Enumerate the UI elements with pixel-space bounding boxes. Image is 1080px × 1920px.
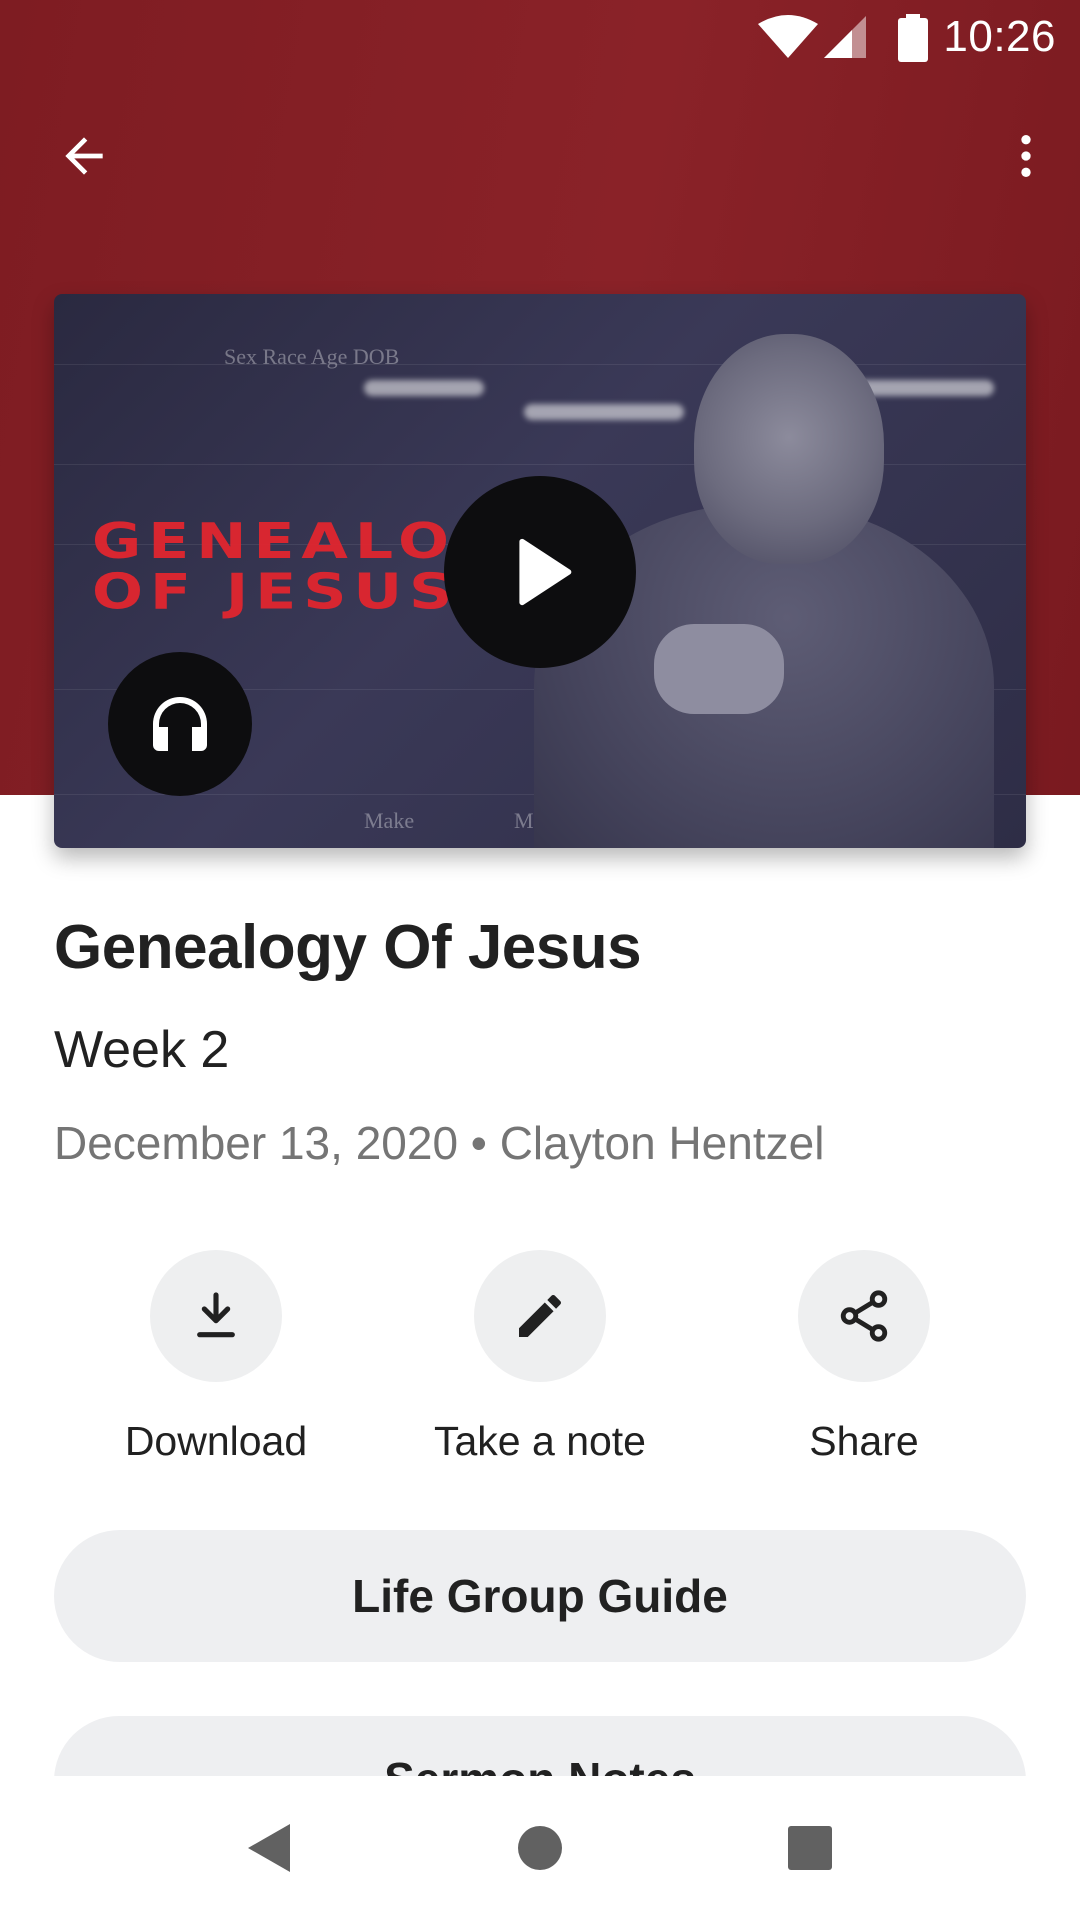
nav-recents-button[interactable] xyxy=(760,1798,860,1898)
life-group-guide-button[interactable]: Life Group Guide xyxy=(54,1530,1026,1662)
sermon-video-thumbnail[interactable]: Sex Race Age DOB Make Model Serial # Val… xyxy=(54,294,1026,848)
speaker-hands xyxy=(654,624,784,714)
take-note-label: Take a note xyxy=(434,1418,646,1464)
download-circle[interactable] xyxy=(150,1250,282,1382)
download-icon xyxy=(197,1292,235,1338)
play-icon xyxy=(519,538,572,606)
system-navigation-bar xyxy=(0,1776,1080,1920)
nav-recents-icon xyxy=(788,1826,832,1870)
listen-audio-button[interactable] xyxy=(108,652,252,796)
take-note-button[interactable]: Take a note xyxy=(410,1250,670,1465)
form-background-text: Make xyxy=(364,808,415,833)
more-vert-icon xyxy=(1021,135,1031,177)
download-button[interactable]: Download xyxy=(86,1250,346,1465)
more-options-button[interactable] xyxy=(978,108,1074,204)
share-button[interactable]: Share xyxy=(734,1250,994,1465)
nav-home-button[interactable] xyxy=(490,1798,590,1898)
redacted-bar xyxy=(364,380,484,396)
share-label: Share xyxy=(809,1418,919,1464)
sermon-title: Genealogy Of Jesus xyxy=(54,913,642,982)
life-group-guide-label: Life Group Guide xyxy=(352,1570,728,1622)
redacted-bar xyxy=(524,404,684,420)
status-time: 10:26 xyxy=(943,12,1056,61)
battery-icon xyxy=(898,14,928,62)
share-icon xyxy=(840,1290,888,1342)
speaker-head xyxy=(694,334,884,564)
decor-line xyxy=(54,364,1026,365)
play-button[interactable] xyxy=(444,476,636,668)
sermon-date-speaker: December 13, 2020 • Clayton Hentzel xyxy=(54,1117,825,1169)
form-background-text: Sex Race Age DOB xyxy=(224,344,400,369)
status-bar: 10:26 xyxy=(0,0,1080,78)
sermon-series-week: Week 2 xyxy=(54,1021,230,1079)
nav-home-icon xyxy=(518,1826,562,1870)
download-label: Download xyxy=(124,1418,308,1464)
arrow-left-icon xyxy=(65,137,103,175)
nav-back-icon xyxy=(248,1824,290,1872)
share-circle[interactable] xyxy=(798,1250,930,1382)
status-icons xyxy=(758,14,928,62)
pencil-icon xyxy=(519,1294,562,1337)
take-note-circle[interactable] xyxy=(474,1250,606,1382)
wifi-icon xyxy=(758,15,818,58)
signal-icon xyxy=(824,16,866,58)
back-button[interactable] xyxy=(36,108,132,204)
nav-back-button[interactable] xyxy=(218,1798,318,1898)
headphones-icon xyxy=(153,697,207,751)
